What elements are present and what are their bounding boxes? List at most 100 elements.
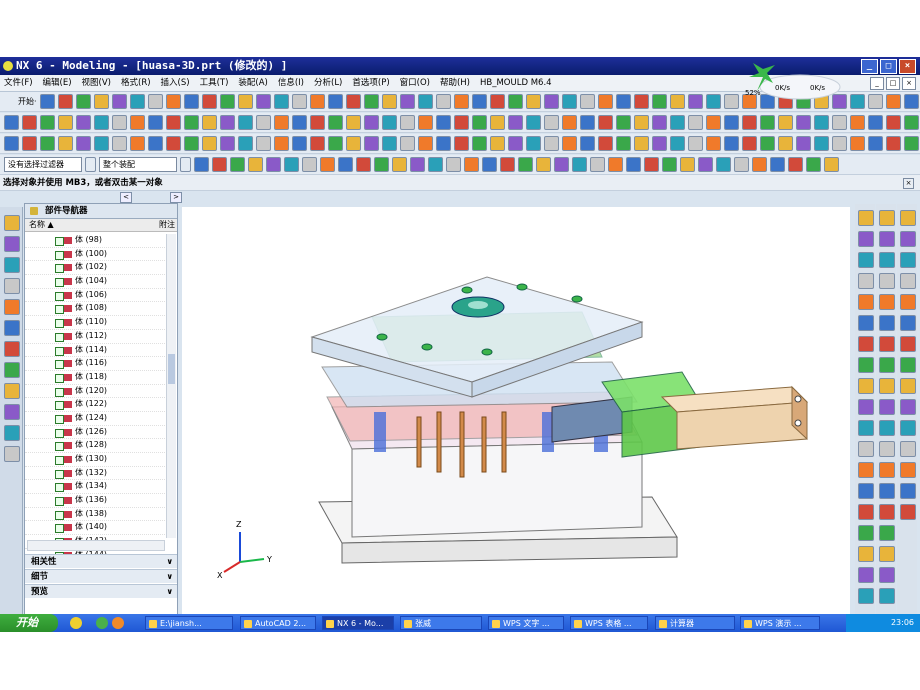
doc-minimize-button[interactable]: _ (870, 77, 884, 90)
tool-icon[interactable] (526, 115, 541, 130)
tool-icon[interactable] (130, 115, 145, 130)
tool-icon[interactable] (572, 157, 587, 172)
tool-icon[interactable] (858, 504, 874, 520)
tree-row[interactable]: 体 (126) (25, 426, 165, 440)
tool-icon[interactable] (220, 115, 235, 130)
tool-icon[interactable] (148, 136, 163, 151)
tree-row[interactable]: 体 (102) (25, 261, 165, 276)
tool-icon[interactable] (76, 115, 91, 130)
tool-icon[interactable] (346, 136, 361, 151)
tool-icon[interactable] (879, 399, 895, 415)
tool-icon[interactable] (879, 504, 895, 520)
tool-icon[interactable] (220, 136, 235, 151)
tool-icon[interactable] (760, 136, 775, 151)
tool-icon[interactable] (274, 115, 289, 130)
checkbox[interactable] (55, 414, 64, 424)
tool-icon[interactable] (363, 94, 379, 109)
tool-icon[interactable] (886, 115, 901, 130)
tool-icon[interactable] (248, 157, 263, 172)
tool-icon[interactable] (900, 210, 916, 226)
navigator-hscrollbar[interactable] (27, 540, 165, 551)
tool-icon[interactable] (4, 425, 20, 441)
tool-icon[interactable] (292, 115, 307, 130)
tool-icon[interactable] (338, 157, 353, 172)
menu-item[interactable]: 视图(V) (82, 75, 111, 91)
panel-dependencies[interactable]: 相关性 ∨ (25, 554, 177, 568)
tool-icon[interactable] (508, 115, 523, 130)
tool-icon[interactable] (858, 336, 874, 352)
tree-row[interactable]: 体 (130) (25, 453, 165, 467)
tree-row[interactable]: 体 (110) (25, 316, 165, 330)
tool-icon[interactable] (742, 136, 757, 151)
tool-icon[interactable] (900, 399, 916, 415)
tool-icon[interactable] (879, 441, 895, 457)
tool-icon[interactable] (814, 136, 829, 151)
checkbox[interactable] (55, 278, 64, 288)
tool-icon[interactable] (850, 115, 865, 130)
tool-icon[interactable] (219, 94, 235, 109)
tool-icon[interactable] (436, 115, 451, 130)
tool-icon[interactable] (904, 136, 919, 151)
tool-icon[interactable] (4, 215, 20, 231)
tool-icon[interactable] (885, 94, 901, 109)
tool-icon[interactable] (4, 362, 20, 378)
tool-icon[interactable] (382, 115, 397, 130)
tree-row[interactable]: 体 (134) (25, 480, 165, 495)
tool-icon[interactable] (662, 157, 677, 172)
minimize-button[interactable]: _ (861, 59, 878, 74)
tool-icon[interactable] (706, 115, 721, 130)
tool-icon[interactable] (4, 257, 20, 273)
tool-icon[interactable] (900, 378, 916, 394)
menu-item[interactable]: 信息(I) (278, 75, 304, 91)
tool-icon[interactable] (310, 136, 325, 151)
tool-icon[interactable] (688, 136, 703, 151)
menu-item[interactable]: HB_MOULD M6.4 (480, 75, 552, 91)
tool-icon[interactable] (4, 383, 20, 399)
tool-icon[interactable] (94, 136, 109, 151)
tool-icon[interactable] (670, 136, 685, 151)
checkbox[interactable] (55, 428, 64, 438)
tool-icon[interactable] (705, 94, 721, 109)
tool-icon[interactable] (147, 94, 163, 109)
tool-icon[interactable] (858, 546, 874, 562)
tool-icon[interactable] (652, 115, 667, 130)
tool-icon[interactable] (526, 136, 541, 151)
tree-row[interactable]: 体 (112) (25, 330, 165, 344)
tool-icon[interactable] (879, 273, 895, 289)
tool-icon[interactable] (858, 357, 874, 373)
tool-icon[interactable] (508, 136, 523, 151)
tool-icon[interactable] (536, 157, 551, 172)
tool-icon[interactable] (608, 157, 623, 172)
tool-icon[interactable] (814, 115, 829, 130)
checkbox[interactable] (55, 510, 64, 520)
tool-icon[interactable] (58, 136, 73, 151)
tool-icon[interactable] (202, 115, 217, 130)
start-menu-button[interactable]: 开始· (4, 96, 37, 107)
tool-icon[interactable] (310, 115, 325, 130)
tool-icon[interactable] (879, 357, 895, 373)
tool-icon[interactable] (724, 115, 739, 130)
tool-icon[interactable] (879, 315, 895, 331)
tool-icon[interactable] (904, 115, 919, 130)
tool-icon[interactable] (879, 378, 895, 394)
tool-icon[interactable] (760, 115, 775, 130)
tool-icon[interactable] (597, 94, 613, 109)
checkbox[interactable] (55, 264, 64, 274)
tool-icon[interactable] (327, 94, 343, 109)
tool-icon[interactable] (796, 136, 811, 151)
tool-icon[interactable] (633, 94, 649, 109)
tool-icon[interactable] (903, 94, 919, 109)
menu-item[interactable]: 装配(A) (238, 75, 267, 91)
tool-icon[interactable] (194, 157, 209, 172)
tool-icon[interactable] (706, 136, 721, 151)
tool-icon[interactable] (39, 94, 55, 109)
checkbox[interactable] (55, 401, 64, 411)
tool-icon[interactable] (230, 157, 245, 172)
tool-icon[interactable] (688, 115, 703, 130)
taskbar-button[interactable]: NX 6 - Mo... (322, 616, 394, 630)
tool-icon[interactable] (858, 567, 874, 583)
tool-icon[interactable] (579, 94, 595, 109)
tool-icon[interactable] (436, 136, 451, 151)
tool-icon[interactable] (410, 157, 425, 172)
tool-icon[interactable] (832, 136, 847, 151)
